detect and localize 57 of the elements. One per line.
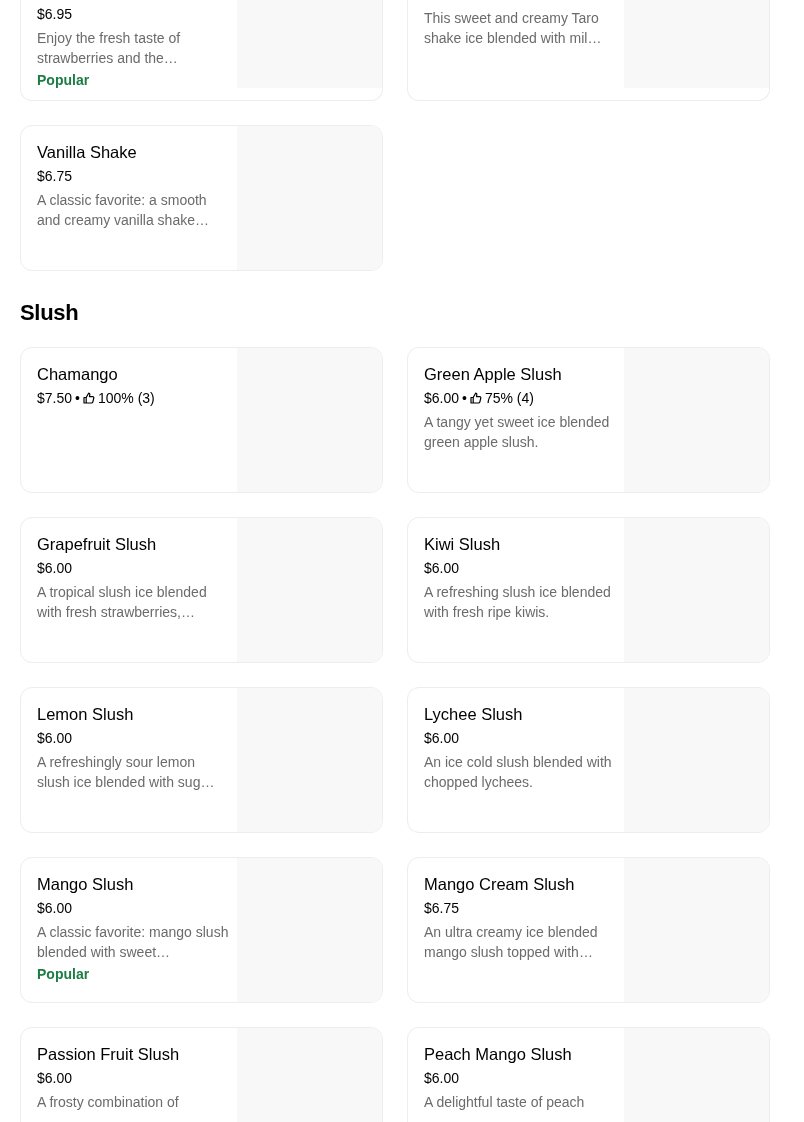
menu-item-card[interactable]: Green Apple Slush $6.00 • 75% (4) A tangy yet sweet ice blended green apple slush.	[407, 347, 770, 493]
item-description: A classic favorite: mango slush blended with sweet…	[37, 923, 229, 962]
item-name: Lemon Slush	[37, 704, 135, 724]
item-description: A delightful taste of peach	[424, 1093, 586, 1112]
popular-label: Popular	[37, 965, 91, 984]
menu-item-card[interactable]: Chamango $7.50 • 100% (3)	[20, 347, 383, 493]
menu-item-card[interactable]: Peach Mango Slush $6.00 A delightful taste of peach	[407, 1027, 770, 1122]
item-description: An ice cold slush blended with chopped lychees.	[424, 753, 613, 792]
item-price: $6.00	[37, 1069, 73, 1088]
menu-item-card[interactable]: Grapefruit Slush $6.00 A tropical slush ice blended with fresh strawberries,…	[20, 517, 383, 663]
item-price: $6.00	[424, 389, 460, 408]
menu-item-card[interactable]: Lemon Slush $6.00 A refreshingly sour lemon slush ice blended with sug…	[20, 687, 383, 833]
item-name: Peach Mango Slush	[424, 1044, 573, 1064]
menu-item-card[interactable]: Mango Cream Slush $6.75 An ultra creamy ice blended mango slush topped with…	[407, 857, 770, 1003]
menu-item-card[interactable]: Passion Fruit Slush $6.00 A frosty combination of	[20, 1027, 383, 1122]
item-rating: 75% (4)	[484, 389, 534, 408]
item-price: $6.00	[37, 559, 73, 578]
thumbs-up-icon	[469, 392, 482, 404]
item-price: $7.50	[37, 389, 73, 408]
menu-item-card[interactable]: Lychee Slush $6.00 An ice cold slush blended with chopped lychees.	[407, 687, 770, 833]
separator-dot: •	[75, 389, 80, 408]
menu-item-card[interactable]: $6.95 Enjoy the fresh taste of strawberries and the… Popular	[20, 0, 383, 101]
item-price: $6.00	[424, 729, 460, 748]
item-price: $6.00	[424, 1069, 460, 1088]
item-description: A tangy yet sweet ice blended green apple slush.	[424, 413, 611, 452]
item-description: An ultra creamy ice blended mango slush topped with…	[424, 923, 599, 962]
item-price: $6.95	[37, 5, 73, 24]
menu-item-card[interactable]: Kiwi Slush $6.00 A refreshing slush ice blended with fresh ripe kiwis.	[407, 517, 770, 663]
item-price: $6.00	[37, 899, 73, 918]
separator-dot: •	[462, 389, 467, 408]
section-heading: Slush	[20, 300, 80, 326]
item-rating: 100% (3)	[97, 389, 155, 408]
item-description: Enjoy the fresh taste of strawberries and the…	[37, 29, 182, 68]
item-price: $6.00	[424, 559, 460, 578]
item-name: Mango Slush	[37, 874, 135, 894]
item-price: $6.75	[424, 899, 460, 918]
item-name: Kiwi Slush	[424, 534, 502, 554]
item-description: This sweet and creamy Taro shake ice blended with mil…	[424, 9, 603, 48]
item-description: A tropical slush ice blended with fresh strawberries,…	[37, 583, 208, 622]
menu-item-card[interactable]: This sweet and creamy Taro shake ice blended with mil…	[407, 0, 770, 101]
item-name: Lychee Slush	[424, 704, 524, 724]
item-description: A classic favorite: a smooth and creamy vanilla shake…	[37, 191, 210, 230]
item-name: Mango Cream Slush	[424, 874, 576, 894]
item-description: A frosty combination of	[37, 1093, 180, 1112]
item-name: Vanilla Shake	[37, 142, 138, 162]
menu-item-card[interactable]: Mango Slush $6.00 A classic favorite: mango slush blended with sweet… Popular	[20, 857, 383, 1003]
popular-label: Popular	[37, 71, 91, 90]
menu-item-card[interactable]: Vanilla Shake $6.75 A classic favorite: a smooth and creamy vanilla shake…	[20, 125, 383, 271]
item-name: Grapefruit Slush	[37, 534, 158, 554]
item-name: Chamango	[37, 364, 119, 384]
item-price: $6.00	[37, 729, 73, 748]
item-price: $6.75	[37, 167, 73, 186]
item-name: Green Apple Slush	[424, 364, 563, 384]
thumbs-up-icon	[82, 392, 95, 404]
item-description: A refreshing slush ice blended with fresh ripe kiwis.	[424, 583, 612, 622]
item-description: A refreshingly sour lemon slush ice blended with sug…	[37, 753, 216, 792]
item-name: Passion Fruit Slush	[37, 1044, 181, 1064]
